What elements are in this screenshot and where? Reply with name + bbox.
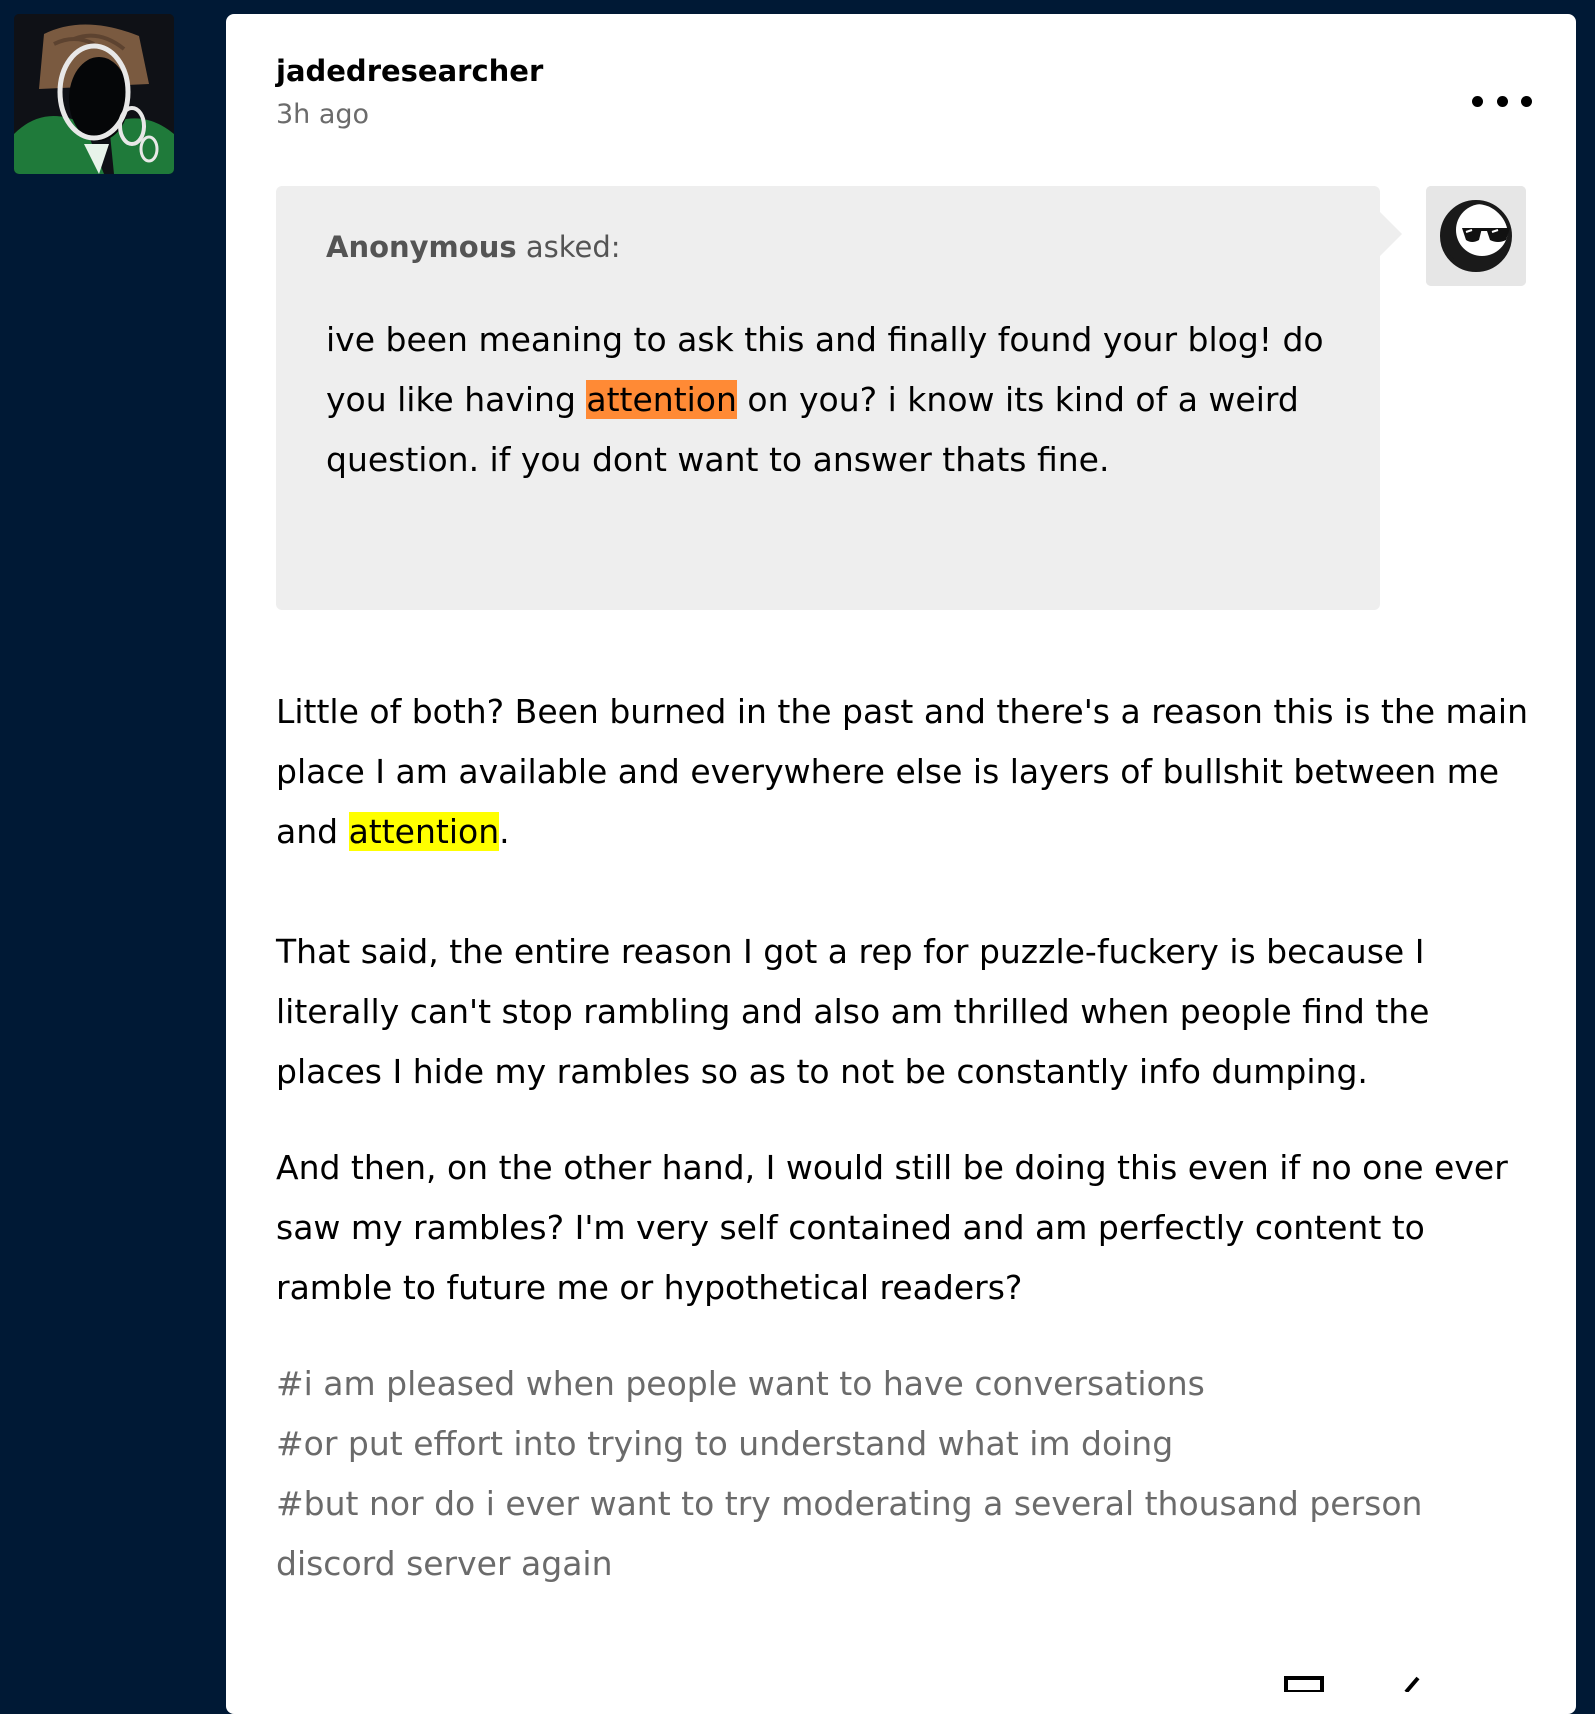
post-body: Little of both? Been burned in the past … xyxy=(276,682,1536,1318)
post-author[interactable]: jadedresearcher xyxy=(276,54,543,89)
ask-question: ive been meaning to ask this and finally… xyxy=(326,310,1326,490)
more-dot xyxy=(1521,95,1532,107)
ask-header: Anonymous asked: xyxy=(326,230,621,264)
tag-link[interactable]: #i am pleased when people want to have c… xyxy=(276,1364,1205,1403)
answer-paragraph: And then, on the other hand, I would sti… xyxy=(276,1148,1508,1307)
more-dot xyxy=(1472,95,1483,107)
post-header: jadedresearcher 3h ago xyxy=(276,54,543,130)
post-card: jadedresearcher 3h ago Anonymous asked: … xyxy=(226,14,1576,1714)
answer-paragraph: Little of both? Been burned in the past … xyxy=(276,682,1536,862)
anonymous-sunglasses-icon xyxy=(1426,186,1526,286)
asked-label: asked: xyxy=(525,230,621,264)
post-tags: #i am pleased when people want to have c… xyxy=(276,1354,1536,1594)
avatar-image xyxy=(14,14,174,174)
reblog-icon[interactable] xyxy=(1396,1672,1436,1694)
reply-icon[interactable] xyxy=(1284,1672,1324,1694)
more-options-icon[interactable] xyxy=(1472,86,1532,116)
tag-link[interactable]: #but nor do i ever want to try moderatin… xyxy=(276,1484,1422,1583)
user-avatar[interactable] xyxy=(14,14,174,174)
search-highlight: attention xyxy=(586,380,737,419)
tag-link[interactable]: #or put effort into trying to understand… xyxy=(276,1424,1173,1463)
ask-bubble: Anonymous asked: ive been meaning to ask… xyxy=(276,186,1402,610)
anonymous-sunglasses-avatar xyxy=(1426,186,1526,286)
asker-name: Anonymous xyxy=(326,230,517,264)
search-highlight: attention xyxy=(348,812,500,851)
answer-paragraph: That said, the entire reason I got a rep… xyxy=(276,932,1430,1091)
answer-text: . xyxy=(499,812,510,851)
more-dot xyxy=(1496,95,1508,107)
post-timestamp[interactable]: 3h ago xyxy=(276,99,543,130)
ask-bubble-tail xyxy=(1380,212,1402,256)
